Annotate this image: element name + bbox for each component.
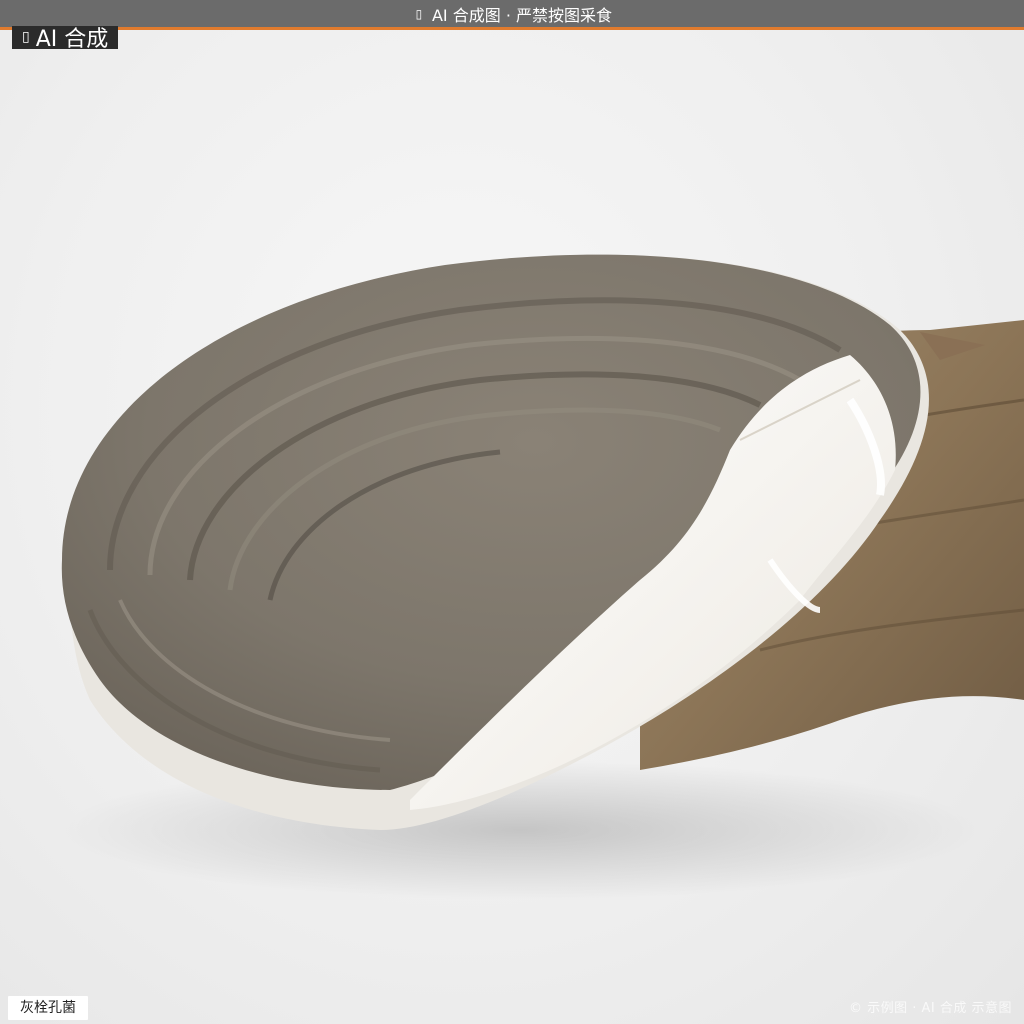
ai-warning-banner: ▯ AI 合成图 · 严禁按图采食 [0,0,1024,30]
mushroom-photo [60,254,1024,900]
badge-icon: ▯ [22,29,30,45]
image-viewer: ▯ AI 合成图 · 严禁按图采食 ▯ AI 合成 灰栓孔菌 © 示例图 · A… [0,0,1024,1024]
banner-text: AI 合成图 · 严禁按图采食 [431,5,612,25]
warning-icon: ▯ [415,6,423,21]
badge-text: AI 合成 [35,27,109,50]
ai-synthetic-badge: ▯ AI 合成 [12,26,119,50]
species-label: 灰栓孔菌 [8,996,88,1020]
watermark: © 示例图 · AI 合成 示意图 [848,1001,1012,1016]
